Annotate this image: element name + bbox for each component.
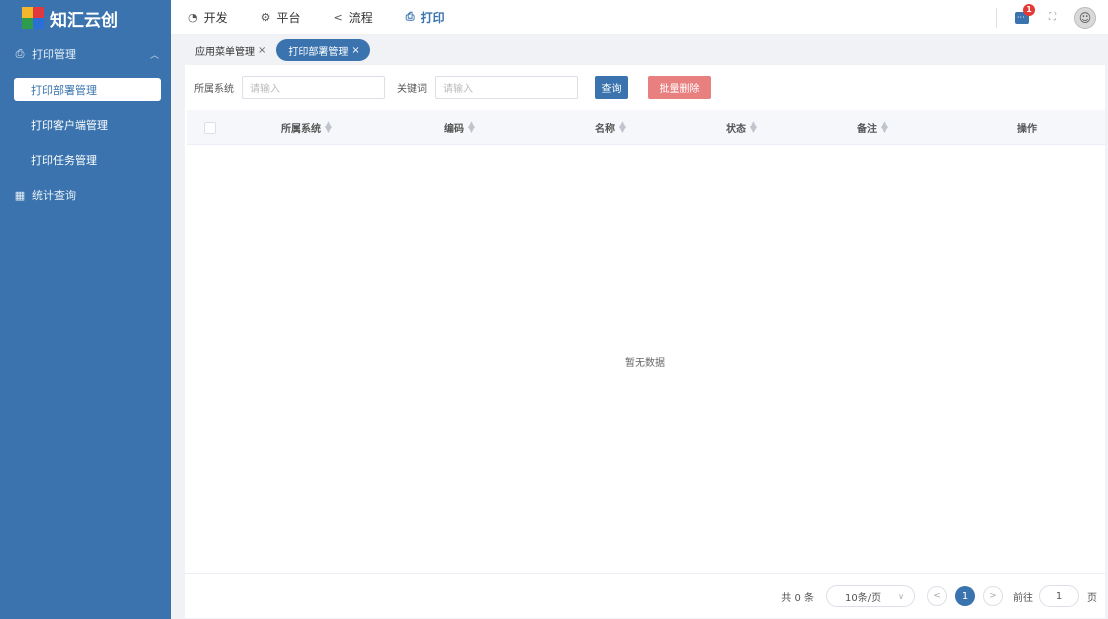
sort-icon[interactable]: ▲ ▼ [750,120,757,134]
tab-label: 打印部署管理 [288,46,349,58]
col-label: 名称 [595,124,615,135]
sidebar-item-print-deploy[interactable]: 打印部署管理 [14,78,161,101]
chevron-down-icon: ∨ [898,591,904,601]
printer-icon: ⎙ [405,10,415,23]
tab-app-menu[interactable]: 应用菜单管理 × [195,39,266,61]
topnav-dev[interactable]: ◔ 开发 [188,9,228,26]
sidebar-item-label: 打印部署管理 [31,83,97,97]
col-label: 操作 [1017,124,1037,135]
sidebar: 知汇云创 ⎙ 打印管理 ︿ 打印部署管理 打印客户端管理 打印任务管理 ▦ 统计… [0,0,171,619]
top-header: ◔ 开发 ⚙ 平台 < 流程 ⎙ 打印 ··· 1 ⛶ ☺ [171,0,1108,35]
page-size-value: 10条/页 [845,592,882,604]
next-page-button[interactable]: > [983,586,1003,606]
fullscreen-icon[interactable]: ⛶ [1049,12,1056,23]
sidebar-group-label: 统计查询 [32,189,76,202]
table-header: 所属系统 ▲ ▼ 编码 ▲ ▼ 名称 ▲ ▼ 状态 ▲ ▼ 备注 ▲ ▼ 操作 [187,110,1105,145]
topnav-platform[interactable]: ⚙ 平台 [261,9,301,26]
main-content: 所属系统 请输入 关键词 请输入 查询 批量删除 所属系统 ▲ ▼ 编码 ▲ ▼ 名… [185,65,1105,618]
col-label: 状态 [726,124,746,135]
system-label: 所属系统 [194,83,234,95]
page-suffix: 页 [1087,592,1097,604]
system-input[interactable]: 请输入 [242,75,385,99]
logo-text: 知汇云创 [50,10,118,31]
total-count: 共 0 条 [781,592,814,604]
sidebar-item-print-task[interactable]: 打印任务管理 [0,142,171,177]
message-icon[interactable]: ··· 1 [1015,3,1035,24]
page-number[interactable]: 1 [955,586,975,606]
col-remark[interactable]: 备注 ▲ ▼ [857,110,888,145]
sidebar-group-statistics[interactable]: ▦ 统计查询 [0,177,171,213]
col-label: 备注 [857,124,877,135]
goto-label: 前往 [1013,592,1033,604]
clipboard-icon: ▦ [14,188,26,202]
sidebar-group-print-management[interactable]: ⎙ 打印管理 ︿ [0,36,171,72]
header-actions: ··· 1 ⛶ ☺ [996,0,1096,35]
close-icon[interactable]: × [351,45,359,56]
checkbox-icon [204,121,216,134]
gear-icon: ⚙ [260,10,271,24]
filter-bar: 所属系统 请输入 关键词 请输入 查询 批量删除 [185,65,1105,109]
topnav-label: 平台 [276,10,301,25]
header-divider [996,7,997,28]
col-actions: 操作 [1017,110,1037,145]
app-logo[interactable]: 知汇云创 [0,0,171,36]
col-code[interactable]: 编码 ▲ ▼ [444,110,475,145]
sidebar-group-label: 打印管理 [32,48,76,61]
system-placeholder: 请输入 [250,83,280,95]
keyword-label: 关键词 [397,83,427,95]
chevron-right-icon: > [989,591,997,601]
sort-icon[interactable]: ▲ ▼ [325,120,332,134]
chevron-up-icon: ︿ [149,50,159,61]
keyword-placeholder: 请输入 [443,83,473,95]
sidebar-item-label: 打印任务管理 [31,153,97,167]
query-button[interactable]: 查询 [595,75,628,99]
col-label: 所属系统 [281,124,321,135]
share-icon: < [333,10,343,24]
col-system[interactable]: 所属系统 ▲ ▼ [281,110,332,145]
logo-icon [22,7,44,29]
prev-page-button[interactable]: < [927,586,947,606]
chevron-left-icon: < [933,591,941,601]
close-icon[interactable]: × [258,45,266,56]
avatar[interactable]: ☺ [1074,6,1096,29]
topnav-print[interactable]: ⎙ 打印 [406,9,445,26]
topnav-label: 开发 [203,10,228,25]
sort-icon[interactable]: ▲ ▼ [881,120,888,134]
page-tabs: 应用菜单管理 × 打印部署管理 × [171,35,1108,65]
message-dots: ··· [1017,12,1025,22]
topnav-label: 打印 [420,10,445,25]
top-nav: ◔ 开发 ⚙ 平台 < 流程 ⎙ 打印 [171,9,478,26]
select-all-checkbox[interactable] [204,110,216,145]
dev-icon: ◔ [188,10,198,24]
sort-icon[interactable]: ▲ ▼ [468,120,475,134]
keyword-input[interactable]: 请输入 [435,75,578,99]
goto-page-input[interactable]: 1 [1039,585,1079,607]
empty-text: 暂无数据 [625,358,665,369]
topnav-process[interactable]: < 流程 [334,9,373,26]
sidebar-item-label: 打印客户端管理 [31,118,108,132]
col-label: 编码 [444,124,464,135]
batch-delete-button[interactable]: 批量删除 [648,75,711,99]
tab-label: 应用菜单管理 [195,46,255,58]
pagination: 共 0 条 10条/页 ∨ < 1 > 前往 1 页 [185,573,1105,618]
col-status[interactable]: 状态 ▲ ▼ [726,110,757,145]
tab-print-deploy[interactable]: 打印部署管理 × [276,39,370,61]
sidebar-item-print-client[interactable]: 打印客户端管理 [0,107,171,142]
notification-badge: 1 [1023,3,1035,16]
col-name[interactable]: 名称 ▲ ▼ [595,110,626,145]
topnav-label: 流程 [348,10,373,25]
page-size-select[interactable]: 10条/页 ∨ [826,585,915,607]
sort-icon[interactable]: ▲ ▼ [619,120,626,134]
printer-icon: ⎙ [15,47,25,60]
